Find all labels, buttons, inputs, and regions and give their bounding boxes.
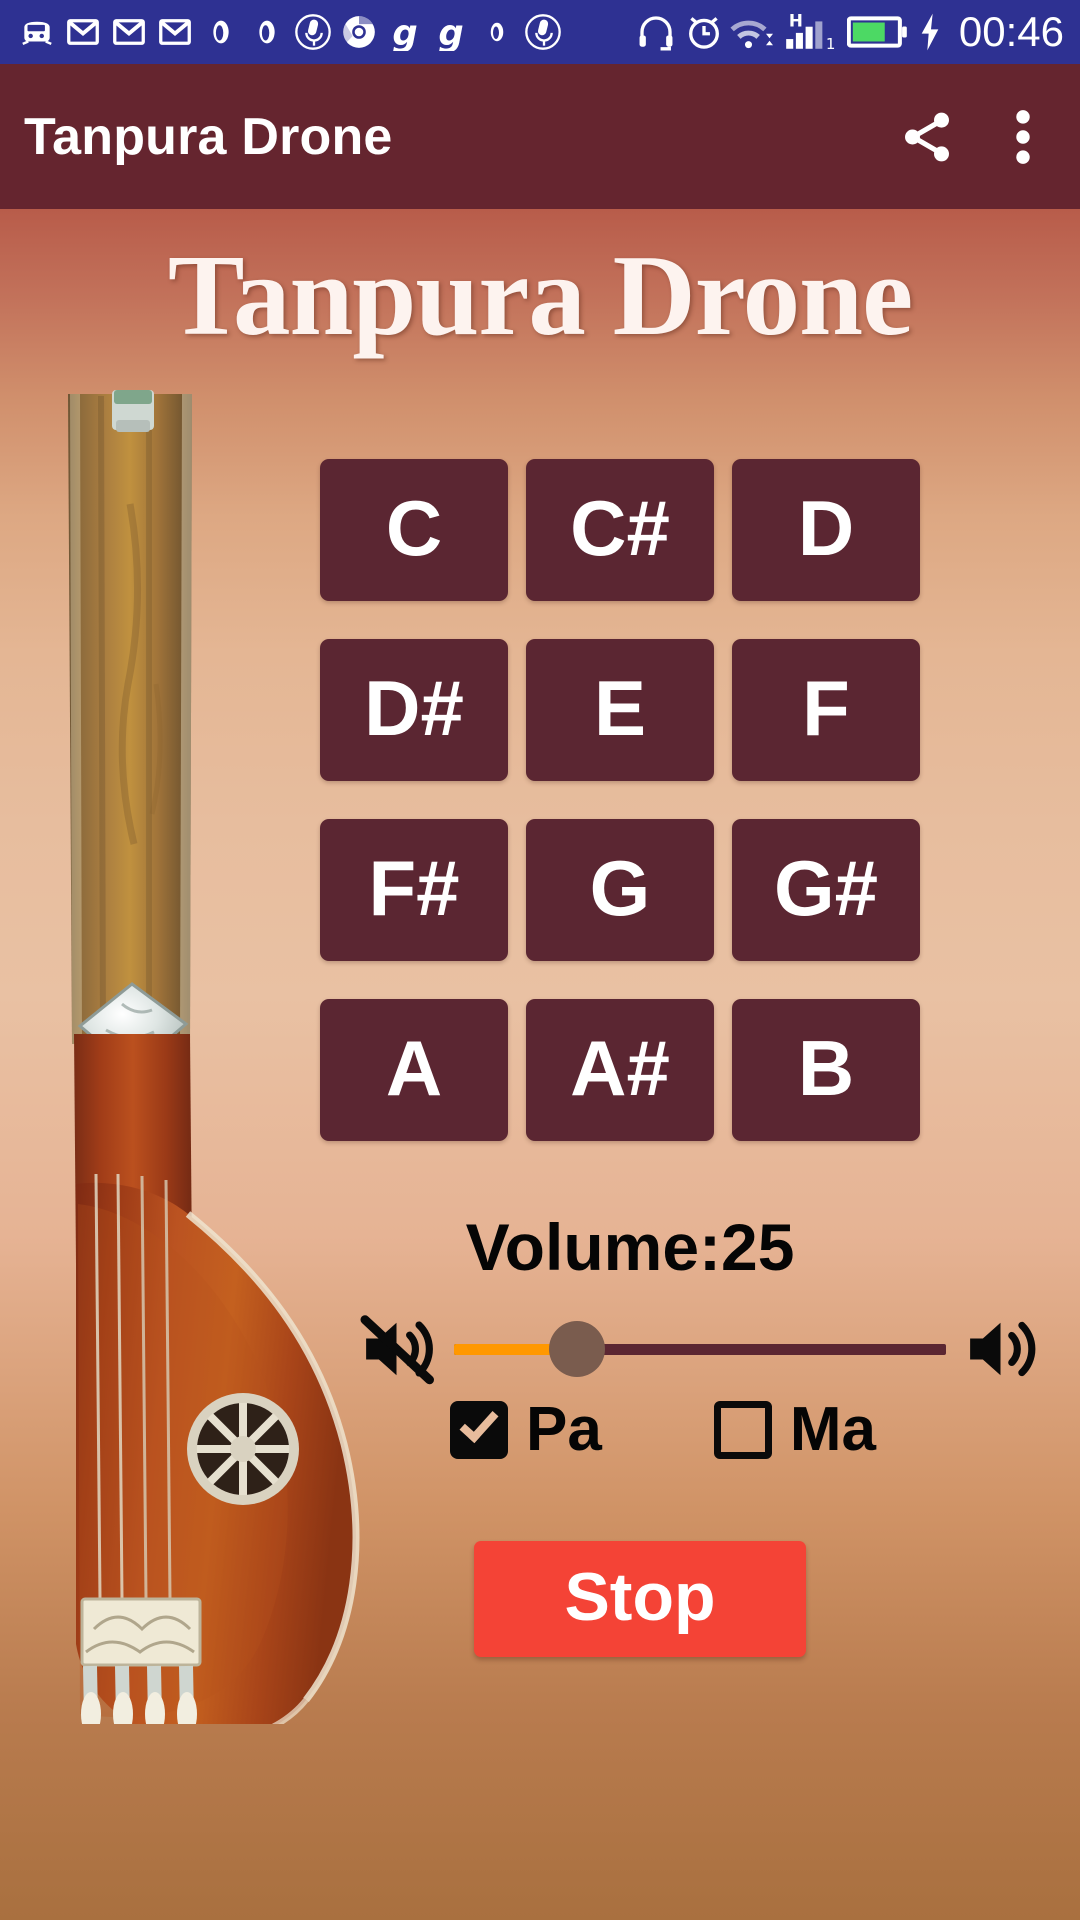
note-button-b[interactable]: B bbox=[732, 999, 920, 1141]
app-logo-text: Tanpura Drone bbox=[167, 232, 913, 359]
share-button[interactable] bbox=[896, 106, 958, 168]
note-button-c-sharp[interactable]: C# bbox=[526, 459, 714, 601]
note-button-d[interactable]: D bbox=[732, 459, 920, 601]
vodafone-icon bbox=[474, 9, 520, 55]
note-button-a-sharp[interactable]: A# bbox=[526, 999, 714, 1141]
svg-text:H: H bbox=[789, 11, 803, 31]
status-bar: g g H 1 00:46 bbox=[0, 0, 1080, 64]
slider-thumb[interactable] bbox=[549, 1321, 605, 1377]
checkbox-ma-box[interactable] bbox=[713, 1401, 772, 1459]
drone-string-options: Pa Ma bbox=[320, 1399, 940, 1461]
volume-label: Volume:25 bbox=[465, 1210, 795, 1284]
checkbox-pa-box[interactable] bbox=[450, 1401, 508, 1459]
checkbox-pa-label: Pa bbox=[526, 1395, 602, 1464]
note-button-e[interactable]: E bbox=[526, 639, 714, 781]
vodafone-icon bbox=[244, 9, 290, 55]
svg-text:g: g bbox=[392, 13, 417, 51]
app-screen: g g H 1 00:46 Tanpura Drone Tanpura Dron… bbox=[0, 0, 1080, 1920]
checkbox-ma-label: Ma bbox=[789, 1395, 876, 1464]
headphones-icon bbox=[633, 9, 679, 55]
volume-up-icon[interactable] bbox=[954, 1301, 1050, 1397]
charging-bolt-icon bbox=[913, 9, 947, 55]
gmail-icon bbox=[152, 9, 198, 55]
chrome-icon bbox=[336, 9, 382, 55]
alarm-clock-icon bbox=[681, 9, 727, 55]
mobile-signal-h-icon: H 1 bbox=[777, 9, 843, 55]
gmail-icon bbox=[60, 9, 106, 55]
status-bar-clock: 00:46 bbox=[958, 8, 1064, 55]
microphone-circle-icon bbox=[290, 9, 336, 55]
app-bar-actions bbox=[896, 106, 1054, 168]
main-content: Tanpura Drone C C# D D# E F F# G G# A A#… bbox=[0, 209, 1080, 1920]
g-logo-icon: g bbox=[428, 9, 474, 55]
note-button-a[interactable]: A bbox=[320, 999, 508, 1141]
volume-mute-icon[interactable] bbox=[350, 1301, 446, 1397]
note-button-grid: C C# D D# E F F# G G# A A# B bbox=[320, 459, 940, 1141]
status-bar-right-group: H 1 00:46 bbox=[633, 9, 1070, 55]
note-button-f[interactable]: F bbox=[732, 639, 920, 781]
microphone-circle-icon bbox=[520, 9, 566, 55]
svg-text:g: g bbox=[438, 13, 463, 51]
gmail-icon bbox=[106, 9, 152, 55]
overflow-menu-button[interactable] bbox=[992, 106, 1054, 168]
stop-button[interactable]: Stop bbox=[474, 1541, 806, 1657]
train-icon bbox=[14, 9, 60, 55]
checkbox-pa[interactable]: Pa bbox=[450, 1399, 602, 1461]
svg-text:1: 1 bbox=[826, 35, 836, 53]
volume-slider[interactable] bbox=[454, 1301, 946, 1397]
note-button-c[interactable]: C bbox=[320, 459, 508, 601]
note-button-d-sharp[interactable]: D# bbox=[320, 639, 508, 781]
volume-slider-row bbox=[350, 1294, 1050, 1404]
page-title: Tanpura Drone bbox=[24, 107, 393, 166]
app-bar: Tanpura Drone bbox=[0, 64, 1080, 209]
vodafone-icon bbox=[198, 9, 244, 55]
battery-icon bbox=[845, 9, 911, 55]
note-button-g[interactable]: G bbox=[526, 819, 714, 961]
checkbox-ma[interactable]: Ma bbox=[713, 1395, 876, 1464]
check-icon bbox=[459, 1402, 499, 1444]
wifi-icon bbox=[729, 9, 775, 55]
note-button-f-sharp[interactable]: F# bbox=[320, 819, 508, 961]
note-button-g-sharp[interactable]: G# bbox=[732, 819, 920, 961]
g-logo-icon: g bbox=[382, 9, 428, 55]
